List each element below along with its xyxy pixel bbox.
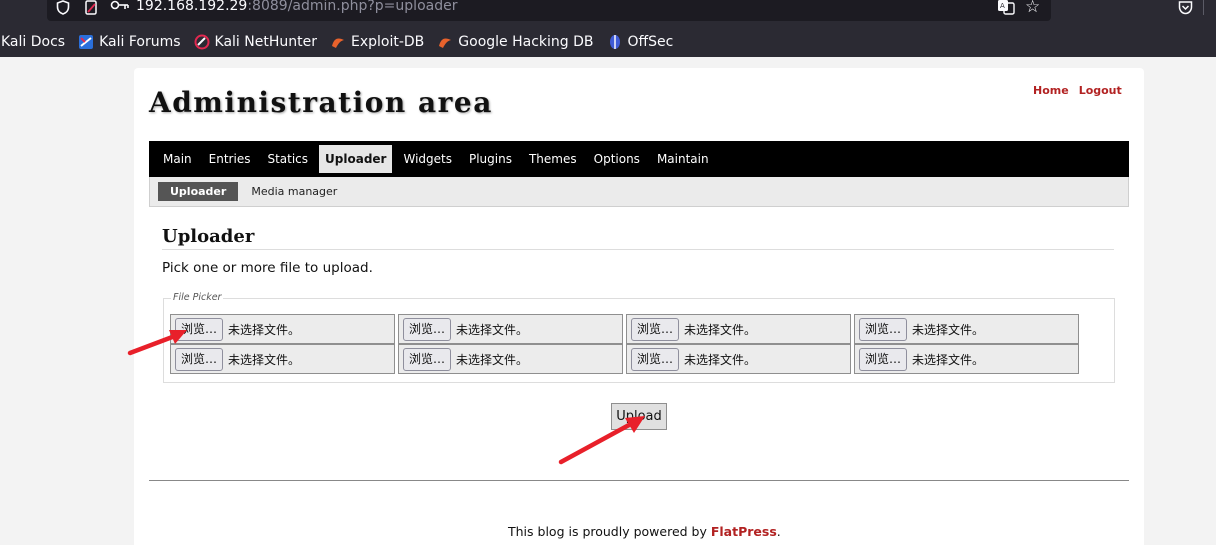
top-links: Home Logout (1033, 84, 1132, 97)
footer-divider (149, 480, 1129, 481)
url-text[interactable]: 192.168.192.29:8089/admin.php?p=uploader (136, 0, 457, 15)
browse-button[interactable]: 浏览… (859, 317, 908, 341)
nav-item-themes[interactable]: Themes (523, 145, 583, 173)
key-icon[interactable] (110, 0, 130, 15)
nav-item-widgets[interactable]: Widgets (397, 145, 458, 173)
page-container: Home Logout Administration area Main Entr… (134, 68, 1144, 545)
subnav-item-uploader[interactable]: Uploader (158, 182, 239, 201)
nav-item-uploader[interactable]: Uploader (319, 145, 393, 173)
intro-text: Pick one or more file to upload. (162, 260, 373, 276)
bookmark-kali-nethunter[interactable]: Kali NetHunter (194, 34, 317, 50)
bookmark-kali-docs[interactable]: Kali Docs (1, 34, 65, 50)
file-input[interactable]: 浏览… 未选择文件。 (626, 344, 851, 374)
browse-button[interactable]: 浏览… (859, 347, 908, 371)
nav-item-main[interactable]: Main (157, 145, 198, 173)
translate-icon[interactable]: A (997, 0, 1015, 15)
file-input[interactable]: 浏览… 未选择文件。 (398, 314, 623, 344)
main-navigation: Main Entries Statics Uploader Widgets Pl… (149, 141, 1129, 177)
browser-chrome: 192.168.192.29:8089/admin.php?p=uploader… (0, 0, 1216, 57)
bookmark-offsec[interactable]: OffSec (607, 34, 674, 50)
url-path: :8089/admin.php?p=uploader (247, 0, 458, 14)
bookmark-label: Kali Docs (1, 34, 66, 50)
bookmark-google-hacking-db[interactable]: Google Hacking DB (437, 34, 594, 50)
file-input[interactable]: 浏览… 未选择文件。 (854, 344, 1079, 374)
footer-end: . (776, 524, 781, 539)
bookmark-label: OffSec (627, 34, 674, 50)
nav-item-options[interactable]: Options (588, 145, 646, 173)
offsec-icon (607, 34, 623, 50)
browse-button[interactable]: 浏览… (403, 347, 452, 371)
footer-label: This blog is proudly powered by (508, 524, 711, 539)
no-file-selected-text: 未选择文件。 (684, 322, 757, 337)
bookmark-exploit-db[interactable]: Exploit-DB (330, 34, 424, 50)
annotation-arrow-icon (127, 330, 187, 356)
nav-item-plugins[interactable]: Plugins (463, 145, 518, 173)
browse-button[interactable]: 浏览… (631, 347, 680, 371)
nav-item-maintain[interactable]: Maintain (651, 145, 715, 173)
kali-nethunter-icon (194, 34, 210, 50)
logout-link[interactable]: Logout (1079, 84, 1122, 97)
file-input[interactable]: 浏览… 未选择文件。 (170, 344, 395, 374)
no-file-selected-text: 未选择文件。 (684, 352, 757, 367)
browse-button[interactable]: 浏览… (403, 317, 452, 341)
browse-button[interactable]: 浏览… (631, 317, 680, 341)
exploit-db-icon (330, 34, 346, 50)
sub-navigation: Uploader Media manager (149, 177, 1129, 207)
section-title: Uploader (162, 226, 1114, 250)
no-file-selected-text: 未选择文件。 (912, 352, 985, 367)
bookmark-label: Kali NetHunter (214, 34, 317, 50)
home-link[interactable]: Home (1033, 84, 1069, 97)
file-input[interactable]: 浏览… 未选择文件。 (854, 314, 1079, 344)
bookmark-kali-forums[interactable]: Kali Forums (78, 34, 181, 50)
no-file-selected-text: 未选择文件。 (228, 352, 301, 367)
kali-forums-icon (78, 34, 94, 50)
no-file-selected-text: 未选择文件。 (456, 352, 529, 367)
page-info-icon[interactable] (84, 0, 98, 15)
file-picker-fieldset: File Picker 浏览… 未选择文件。 浏览… 未选择文件。 浏览… 未选… (163, 292, 1115, 383)
no-file-selected-text: 未选择文件。 (228, 322, 301, 337)
bookmark-label: Kali Forums (99, 34, 181, 50)
file-input[interactable]: 浏览… 未选择文件。 (170, 314, 395, 344)
no-file-selected-text: 未选择文件。 (456, 322, 529, 337)
nav-item-statics[interactable]: Statics (261, 145, 314, 173)
page-title: Administration area (149, 86, 493, 119)
file-input[interactable]: 浏览… 未选择文件。 (626, 314, 851, 344)
toolbar-divider (1203, 0, 1204, 15)
file-input[interactable]: 浏览… 未选择文件。 (398, 344, 623, 374)
footer-text: This blog is proudly powered by FlatPres… (508, 524, 781, 539)
url-host: 192.168.192.29 (136, 0, 248, 14)
no-file-selected-text: 未选择文件。 (912, 322, 985, 337)
shield-icon[interactable] (56, 0, 70, 16)
subnav-item-media-manager[interactable]: Media manager (239, 182, 349, 201)
pocket-icon[interactable] (1178, 0, 1193, 15)
bookmark-label: Google Hacking DB (458, 34, 594, 50)
flatpress-link[interactable]: FlatPress (711, 524, 777, 539)
bookmark-star-icon[interactable]: ☆ (1025, 0, 1040, 17)
annotation-arrow-icon (558, 416, 645, 465)
nav-item-entries[interactable]: Entries (203, 145, 257, 173)
google-hacking-db-icon (437, 34, 453, 50)
bookmarks-toolbar: Kali Docs Kali Forums Kali NetHunter Exp… (0, 30, 686, 54)
bookmark-label: Exploit-DB (350, 34, 425, 50)
file-picker-legend: File Picker (171, 292, 224, 303)
svg-text:A: A (1000, 2, 1005, 10)
